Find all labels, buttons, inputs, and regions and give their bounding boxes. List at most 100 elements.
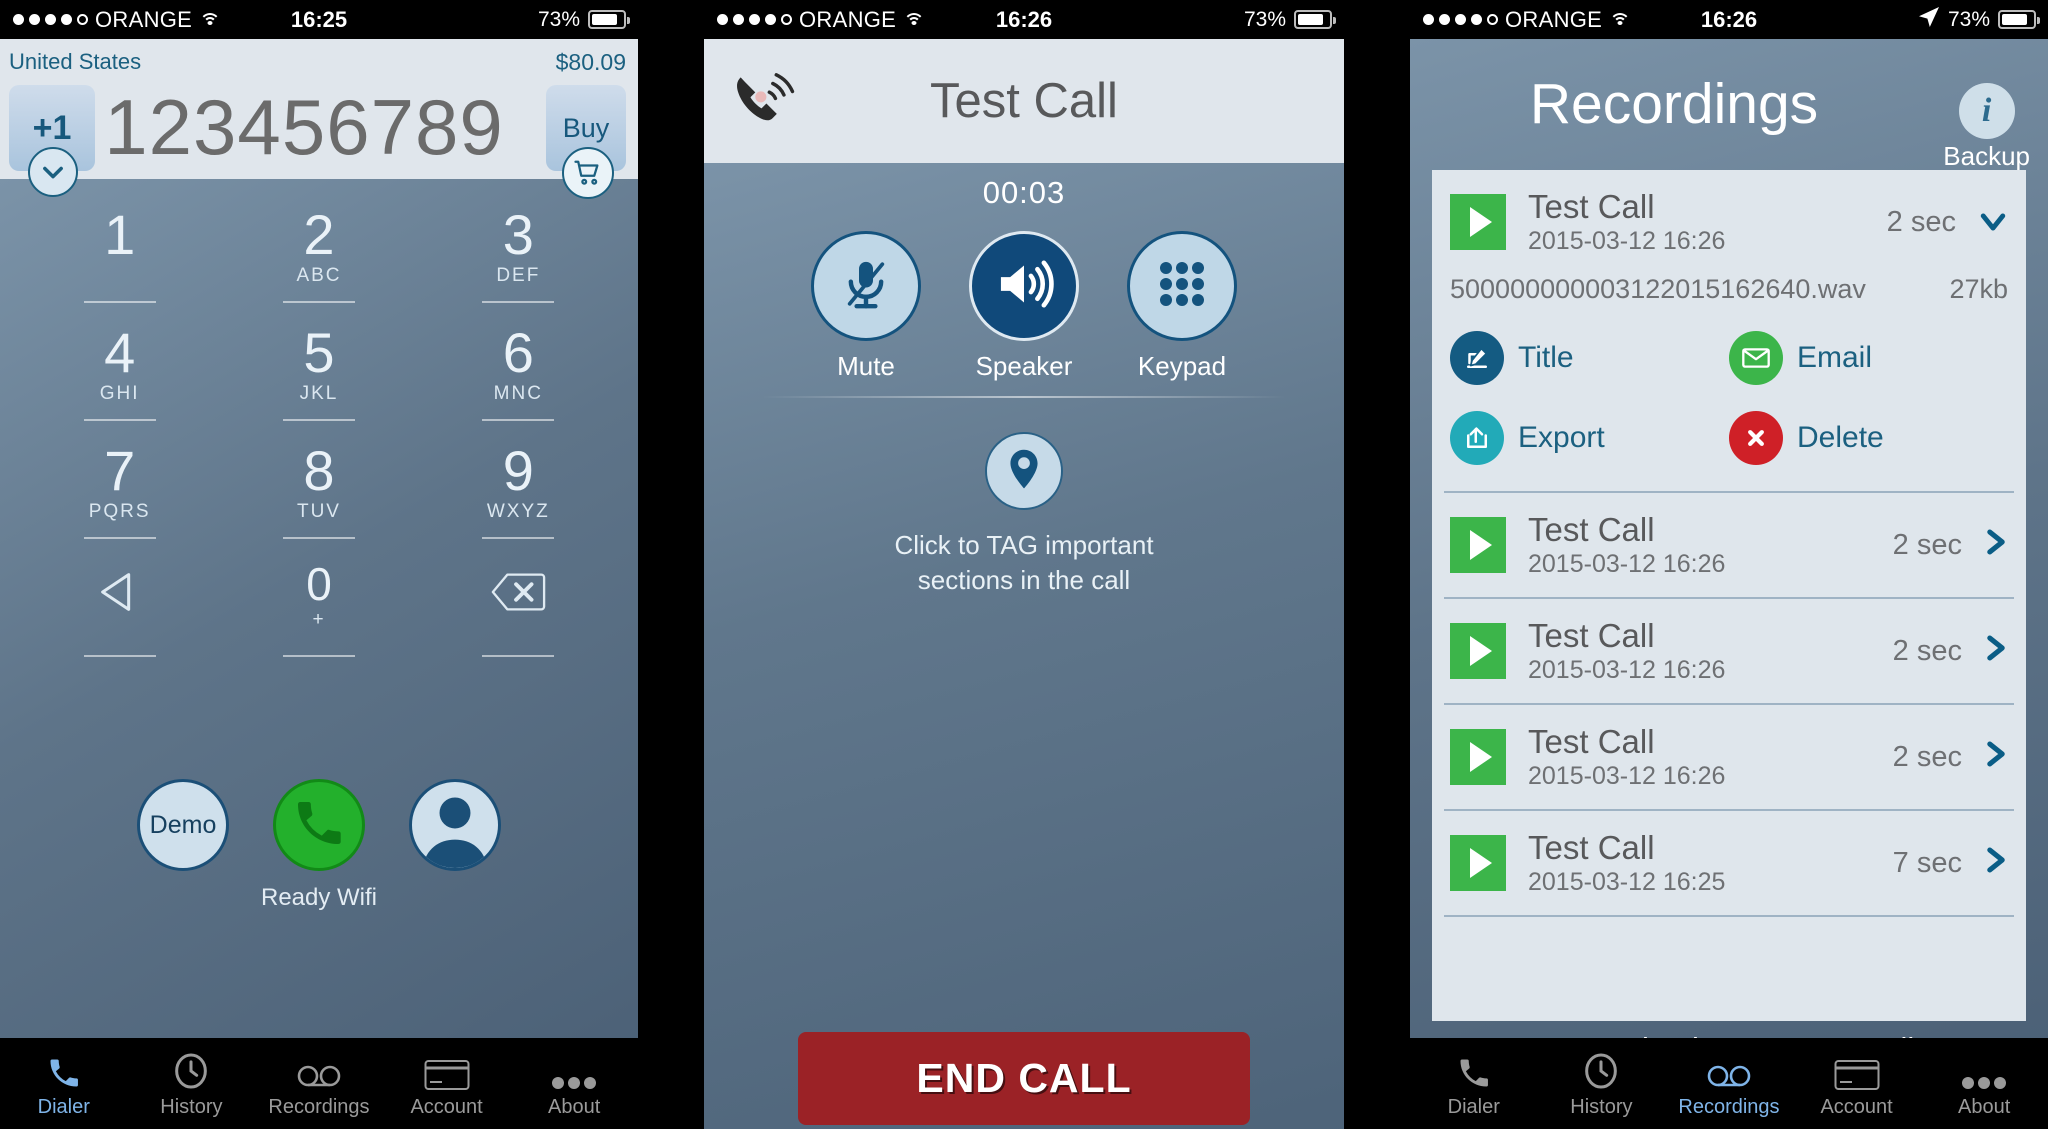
recording-date: 2015-03-12 16:26 xyxy=(1528,762,1726,791)
recording-row-expanded[interactable]: Test Call 2015-03-12 16:26 2 sec xyxy=(1432,170,2026,274)
key-digit: 3 xyxy=(502,203,534,266)
action-label: Delete xyxy=(1797,421,1884,454)
key-back[interactable] xyxy=(20,555,219,673)
key-1[interactable]: 1 xyxy=(20,201,219,319)
recordings-list[interactable]: Test Call 2015-03-12 16:26 2 sec 5000000… xyxy=(1432,170,2026,1021)
clock-icon xyxy=(171,1049,211,1091)
play-icon[interactable] xyxy=(1450,517,1506,573)
recording-row[interactable]: Test Call 2015-03-12 16:26 2 sec xyxy=(1432,493,2026,597)
chevron-right-icon[interactable] xyxy=(1984,527,2008,563)
tape-icon xyxy=(1705,1049,1753,1091)
key-5[interactable]: 5 JKL xyxy=(219,319,418,437)
key-9[interactable]: 9 WXYZ xyxy=(419,437,618,555)
dialed-number[interactable]: 123456789 xyxy=(104,77,502,177)
info-icon: i xyxy=(1958,83,2015,139)
chevron-right-icon[interactable] xyxy=(1984,845,2008,881)
key-4[interactable]: 4 GHI xyxy=(20,319,219,437)
tab-about[interactable]: About xyxy=(1920,1038,2048,1129)
contacts-button[interactable] xyxy=(409,779,501,871)
recording-row[interactable]: Test Call 2015-03-12 16:26 2 sec xyxy=(1432,705,2026,809)
carrier-name: ORANGE xyxy=(1505,6,1603,32)
recording-duration: 7 sec xyxy=(1892,846,1962,879)
call-button[interactable] xyxy=(273,779,365,871)
key-7[interactable]: 7 PQRS xyxy=(20,437,219,555)
chevron-down-icon[interactable] xyxy=(1978,205,2008,239)
play-icon[interactable] xyxy=(1450,623,1506,679)
keypad-dots-icon xyxy=(1156,258,1208,315)
tab-label: Account xyxy=(1820,1095,1893,1118)
tab-account[interactable]: Account xyxy=(1793,1038,1921,1129)
tab-recordings[interactable]: Recordings xyxy=(1665,1038,1793,1129)
microphone-muted-icon xyxy=(838,256,894,317)
recording-name: Test Call xyxy=(1528,722,1655,760)
recording-row[interactable]: Test Call 2015-03-12 16:26 2 sec xyxy=(1432,599,2026,703)
chevron-down-icon[interactable] xyxy=(28,147,78,197)
status-bar-right: 73% xyxy=(1918,6,2048,34)
speaker-button[interactable] xyxy=(969,231,1079,341)
shopping-cart-icon[interactable] xyxy=(562,147,614,199)
key-0[interactable]: 0 + xyxy=(219,555,418,673)
action-export[interactable]: Export xyxy=(1450,411,1729,465)
keypad-control[interactable]: Keypad xyxy=(1127,231,1237,382)
recording-duration: 2 sec xyxy=(1892,740,1962,773)
dialer-input-area: United States $80.09 +1 123456789 Buy xyxy=(0,39,638,199)
status-bar-right: 73% xyxy=(538,8,638,32)
battery-icon xyxy=(1294,10,1336,29)
speaker-control[interactable]: Speaker xyxy=(969,231,1079,382)
recording-actions: Title Email Export Delete xyxy=(1432,309,2026,491)
end-call-button[interactable]: END CALL xyxy=(798,1032,1250,1125)
chevron-right-icon[interactable] xyxy=(1984,739,2008,775)
chevron-right-icon[interactable] xyxy=(1984,633,2008,669)
tab-dialer[interactable]: Dialer xyxy=(1410,1038,1538,1129)
play-icon[interactable] xyxy=(1450,729,1506,785)
recordings-header: Recordings i Backup xyxy=(1410,39,2048,172)
tag-hint-line-1: Click to TAG important xyxy=(894,530,1154,560)
recording-filesize: 27kb xyxy=(1949,274,2008,304)
recording-duration: 2 sec xyxy=(1886,205,1956,238)
key-2[interactable]: 2 ABC xyxy=(219,201,418,319)
divider xyxy=(762,396,1286,398)
tab-account[interactable]: Account xyxy=(383,1038,511,1129)
tab-bar-dialer: Dialer History Recordings Account About xyxy=(0,1038,638,1129)
recording-info: Test Call 2015-03-12 16:25 xyxy=(1528,829,1893,898)
tag-hint: Click to TAG important sections in the c… xyxy=(894,528,1153,598)
key-3[interactable]: 3 DEF xyxy=(419,201,618,319)
action-title[interactable]: Title xyxy=(1450,331,1729,385)
recording-date: 2015-03-12 16:26 xyxy=(1528,227,1726,256)
key-letters: ABC xyxy=(296,265,342,286)
clock-time: 16:25 xyxy=(290,6,348,32)
mute-button[interactable] xyxy=(811,231,921,341)
tab-label: About xyxy=(1958,1095,2011,1118)
tag-button[interactable] xyxy=(985,432,1063,510)
key-8[interactable]: 8 TUV xyxy=(219,437,418,555)
tab-history[interactable]: History xyxy=(1538,1038,1666,1129)
mute-control[interactable]: Mute xyxy=(811,231,921,382)
recording-row[interactable]: Test Call 2015-03-12 16:25 7 sec xyxy=(1432,811,2026,915)
tab-dialer[interactable]: Dialer xyxy=(0,1038,128,1129)
key-6[interactable]: 6 MNC xyxy=(419,319,618,437)
keypad-button[interactable] xyxy=(1127,231,1237,341)
tab-label: About xyxy=(548,1095,601,1118)
key-delete[interactable] xyxy=(419,555,618,673)
play-icon[interactable] xyxy=(1450,835,1506,891)
backup-label: Backup xyxy=(1943,141,2030,171)
tab-recordings[interactable]: Recordings xyxy=(255,1038,383,1129)
tab-history[interactable]: History xyxy=(128,1038,256,1129)
clock-time: 16:26 xyxy=(1700,6,1758,32)
phone-icon xyxy=(291,795,347,856)
phone-icon xyxy=(1456,1049,1492,1091)
backup-button[interactable]: i Backup xyxy=(1943,83,2030,172)
ringing-phone-icon xyxy=(730,67,800,138)
action-label: Email xyxy=(1797,341,1873,374)
play-icon[interactable] xyxy=(1450,194,1506,250)
action-delete[interactable]: Delete xyxy=(1729,411,2008,465)
wifi-icon xyxy=(1609,12,1631,28)
map-pin-icon xyxy=(1003,447,1045,496)
speaker-icon xyxy=(994,256,1054,317)
demo-button[interactable]: Demo xyxy=(137,779,229,871)
key-digit: 5 xyxy=(303,321,335,384)
tab-about[interactable]: About xyxy=(510,1038,638,1129)
key-digit: 2 xyxy=(303,203,335,266)
signal-strength-dots xyxy=(717,14,792,25)
action-email[interactable]: Email xyxy=(1729,331,2008,385)
